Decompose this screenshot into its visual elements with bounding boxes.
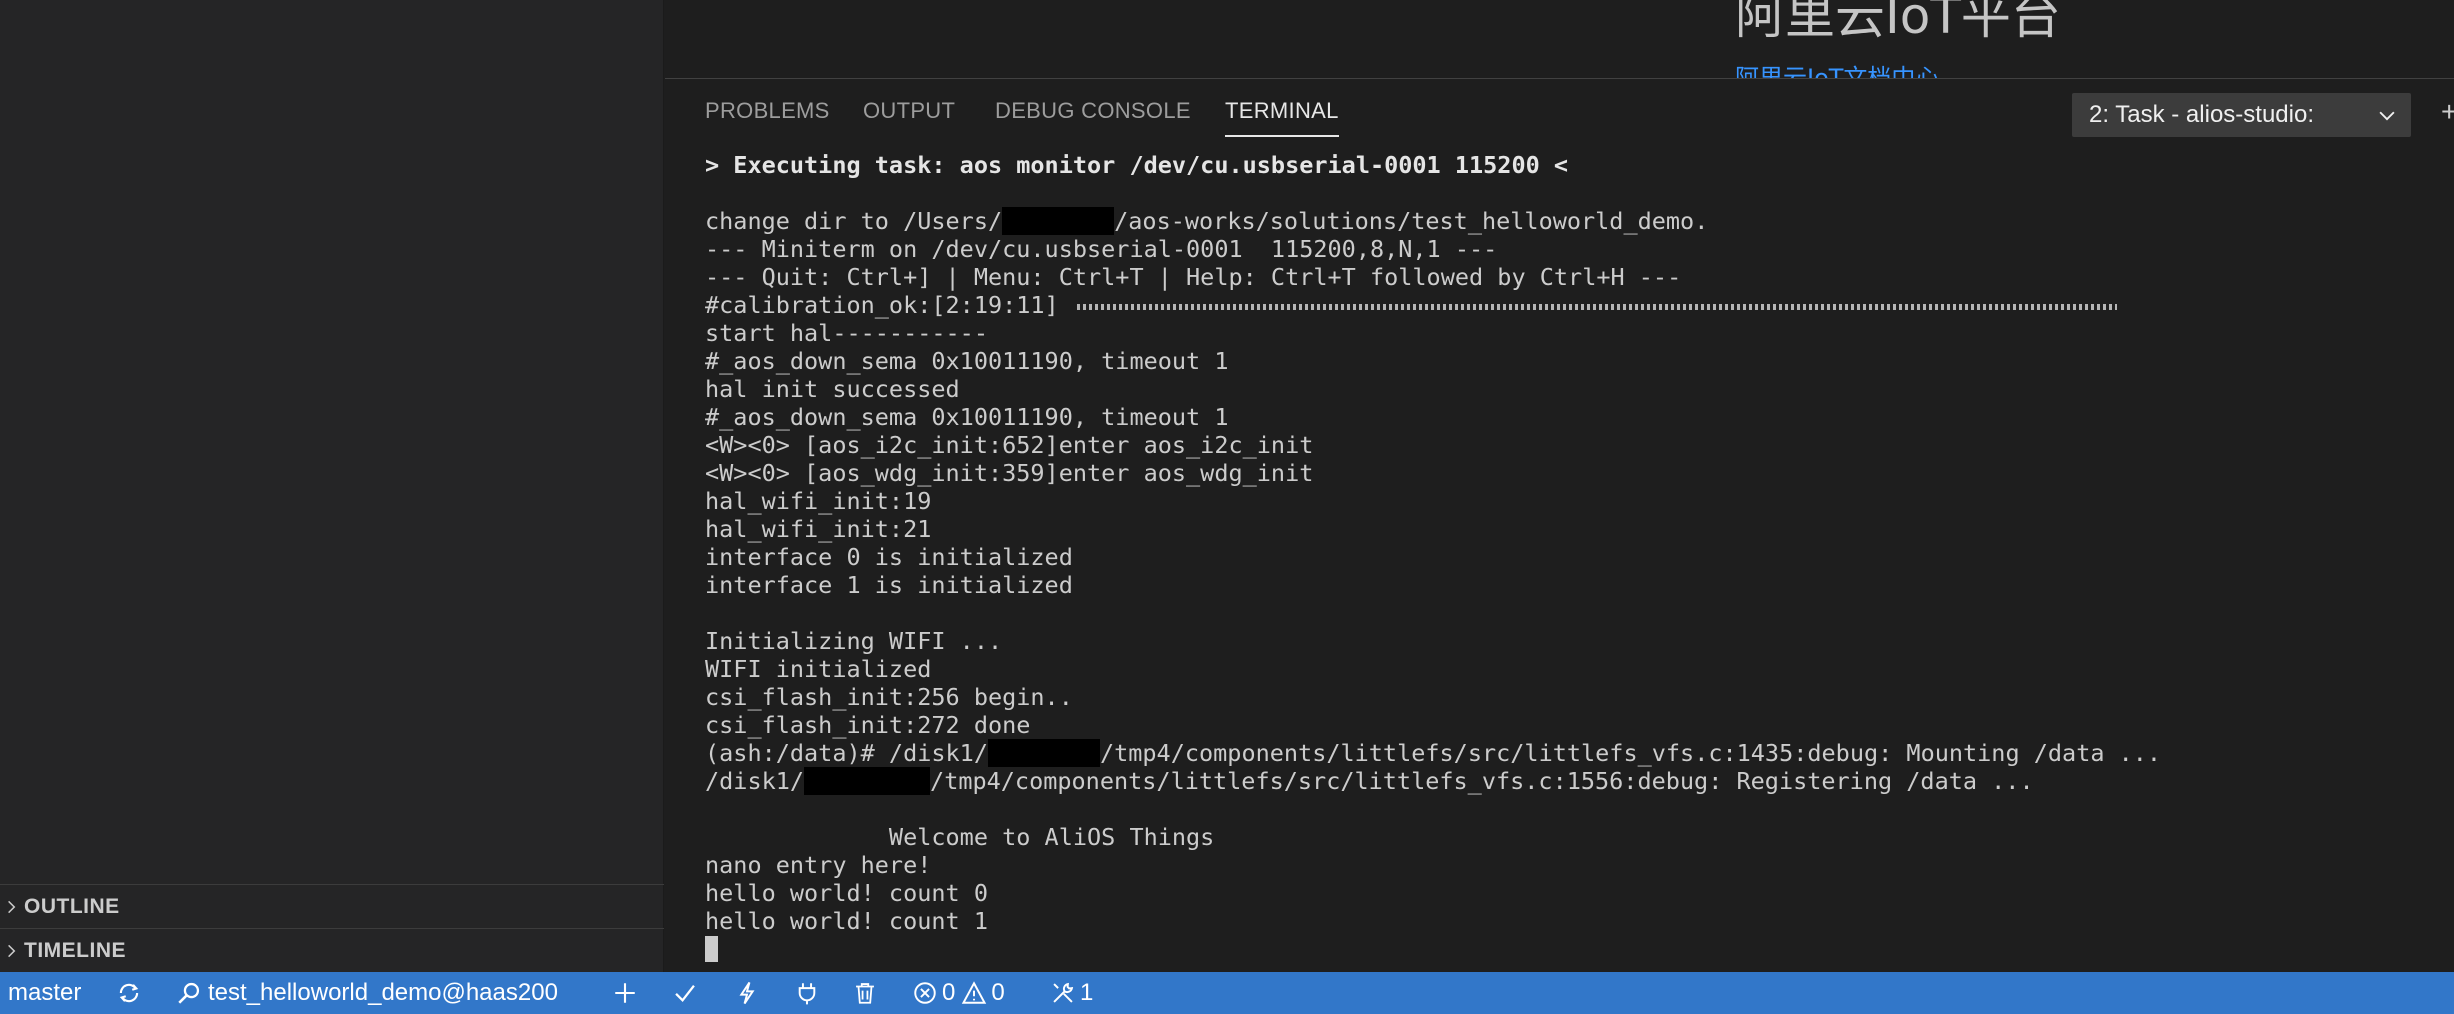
monitor-button[interactable]	[794, 972, 820, 1014]
timeline-label: TIMELINE	[24, 938, 126, 962]
editor-area: 阿里云IoT平台 阿里云IoT文档中心	[665, 0, 2454, 78]
tab-debug-console[interactable]: DEBUG CONSOLE	[995, 79, 1191, 143]
terminal-cursor	[705, 936, 718, 962]
terminal-line: hal_wifi_init:21	[705, 515, 932, 543]
terminal-text: change dir to /Users/	[705, 207, 1003, 235]
terminal-text: /tmp4/components/littlefs/src/littlefs_v…	[930, 767, 2034, 795]
terminal-line: hello world! count 1	[705, 907, 988, 935]
terminal-text: /tmp4/components/littlefs/src/littlefs_v…	[1099, 739, 2162, 767]
chevron-down-icon	[2379, 111, 2395, 121]
tab-output[interactable]: OUTPUT	[863, 79, 955, 143]
outline-section-header[interactable]: OUTLINE	[0, 884, 664, 928]
terminal-line: interface 1 is initialized	[705, 571, 1073, 599]
terminal-output[interactable]: > Executing task: aos monitor /dev/cu.us…	[705, 151, 2445, 963]
terminal-text: (ash:/data)# /disk1/	[705, 739, 988, 767]
terminal-line: csi_flash_init:256 begin..	[705, 683, 1073, 711]
tasks-count: 1	[1080, 979, 1094, 1006]
trash-icon	[856, 983, 874, 1004]
warning-icon	[962, 981, 987, 1004]
search-icon	[178, 982, 200, 1004]
build-button[interactable]	[672, 972, 698, 1014]
terminal-line: change dir to /Users/ /aos-works/solution…	[705, 207, 2445, 235]
clean-button[interactable]	[852, 972, 878, 1014]
terminal-line: #calibration_ok:[2:19:11]	[705, 291, 2445, 319]
terminal-line: hal init successed	[705, 375, 960, 403]
terminal-line: > Executing task: aos monitor /dev/cu.us…	[705, 151, 1569, 179]
timeline-section-header[interactable]: TIMELINE	[0, 928, 664, 972]
chevron-right-icon	[0, 885, 24, 929]
tasks-indicator[interactable]: 1	[1050, 972, 1093, 1014]
terminal-line: #_aos_down_sema 0x10011190, timeout 1	[705, 347, 1229, 375]
terminal-line: Welcome to AliOS Things	[705, 823, 1215, 851]
terminal-line: --- Miniterm on /dev/cu.usbserial-0001 1…	[705, 235, 1498, 263]
plug-icon	[798, 983, 816, 1005]
chevron-right-icon	[0, 929, 24, 973]
branch-indicator[interactable]: master	[8, 972, 81, 1014]
terminal-line: --- Quit: Ctrl+] | Menu: Ctrl+T | Help: …	[705, 263, 1682, 291]
terminal-line: <W><0> [aos_wdg_init:359]enter aos_wdg_i…	[705, 459, 1314, 487]
terminal-line: csi_flash_init:272 done	[705, 711, 1031, 739]
redacted-block	[804, 767, 931, 795]
branch-name: master	[8, 979, 82, 1006]
error-count: 0	[942, 979, 956, 1006]
new-terminal-icon[interactable]: +	[2441, 97, 2454, 127]
terminal-line: hal_wifi_init:19	[705, 487, 932, 515]
terminal-line: <W><0> [aos_i2c_init:652]enter aos_i2c_i…	[705, 431, 1314, 459]
garbled-output	[1076, 303, 2117, 310]
terminal-line: #_aos_down_sema 0x10011190, timeout 1	[705, 403, 1229, 431]
sync-button[interactable]	[116, 972, 142, 1014]
terminal-line: (ash:/data)# /disk1/ /tmp4/components/lit…	[705, 739, 2445, 767]
terminal-task-select[interactable]: 2: Task - alios-studio:	[2072, 93, 2411, 137]
tab-terminal[interactable]: TERMINAL	[1225, 79, 1339, 143]
project-name: test_helloworld_demo@haas200	[208, 979, 558, 1006]
error-icon	[914, 982, 936, 1004]
welcome-title: 阿里云IoT平台	[1735, 0, 2061, 45]
terminal-prompt-line	[705, 935, 2445, 963]
outline-label: OUTLINE	[24, 894, 120, 918]
redacted-block	[987, 739, 1100, 767]
project-selector[interactable]: test_helloworld_demo@haas200	[176, 972, 558, 1014]
terminal-line: /disk1/ /tmp4/components/littlefs/src/lit…	[705, 767, 2445, 795]
check-icon	[675, 984, 695, 1003]
terminal-line: hello world! count 0	[705, 879, 988, 907]
task-select-value: 2: Task - alios-studio:	[2089, 101, 2314, 128]
plus-icon	[615, 983, 635, 1003]
add-button[interactable]	[612, 972, 638, 1014]
warning-count: 0	[991, 979, 1005, 1006]
tools-icon	[1053, 982, 1074, 1003]
terminal-text: #calibration_ok:[2:19:11]	[705, 291, 1059, 319]
redacted-block	[1002, 207, 1115, 235]
welcome-doc-link[interactable]: 阿里云IoT文档中心	[1735, 58, 1939, 78]
flash-button[interactable]	[734, 972, 760, 1014]
terminal-line: WIFI initialized	[705, 655, 932, 683]
terminal-text: /aos-works/solutions/test_helloworld_dem…	[1114, 207, 1709, 235]
terminal-line: Initializing WIFI ...	[705, 627, 1003, 655]
terminal-line: start hal-----------	[705, 319, 988, 347]
bottom-panel: PROBLEMS OUTPUT DEBUG CONSOLE TERMINAL 2…	[665, 78, 2454, 972]
tab-problems[interactable]: PROBLEMS	[705, 79, 830, 143]
terminal-line: nano entry here!	[705, 851, 932, 879]
sidebar: OUTLINE TIMELINE	[0, 0, 664, 972]
terminal-text: /disk1/	[705, 767, 805, 795]
sync-icon	[119, 983, 139, 1003]
lightning-icon	[739, 981, 755, 1005]
terminal-line: interface 0 is initialized	[705, 543, 1073, 571]
status-bar: master test_helloworld_demo@haas200 0 0 …	[0, 972, 2454, 1014]
problems-indicator[interactable]: 0 0	[912, 972, 1005, 1014]
